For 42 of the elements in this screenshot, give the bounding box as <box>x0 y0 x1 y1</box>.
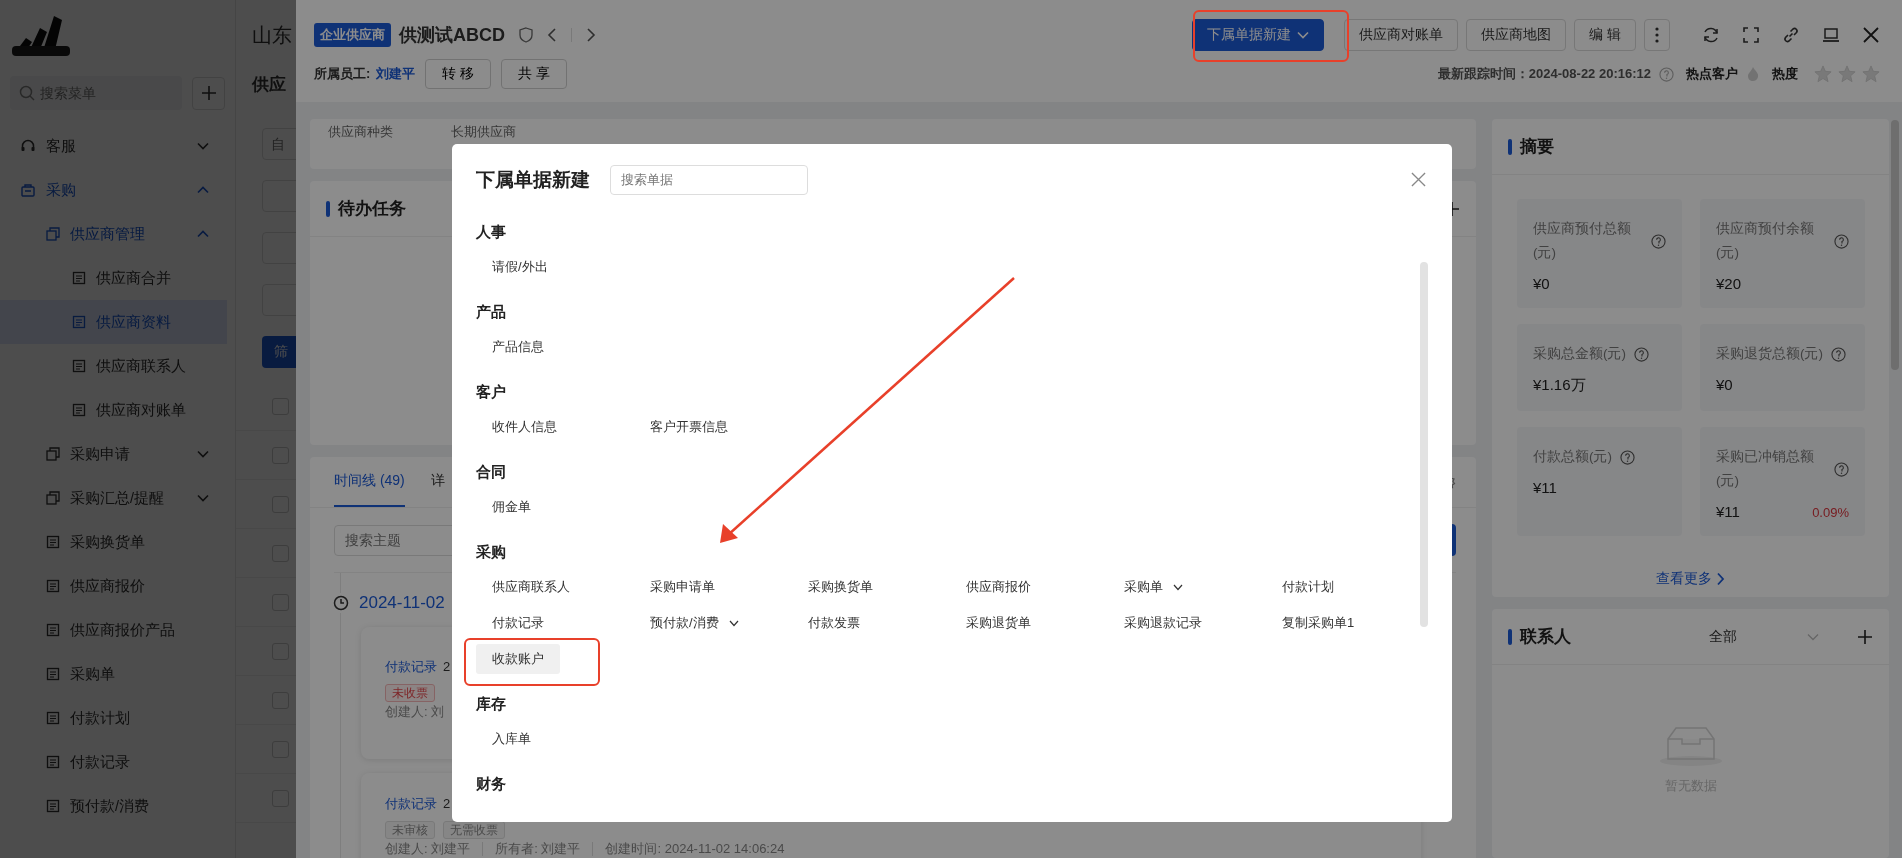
last-tracked-time: 最新跟踪时间：2024-08-22 20:16:12 <box>1437 65 1651 83</box>
timeline-date: 2024-11-02 <box>359 593 445 613</box>
record-time: 2 <box>443 795 451 813</box>
supplier-name: 供测试ABCD <box>399 24 505 47</box>
info-text: 长期供应商 <box>451 123 516 141</box>
info-text: 供应商种类 <box>328 123 393 141</box>
category-heading: 产品 <box>476 302 507 322</box>
stat-value: ¥0 <box>1716 376 1733 393</box>
category-heading: 库存 <box>476 694 507 714</box>
stat-label: 采购退货总额(元) <box>1716 345 1823 363</box>
record-meta: 所有者: 刘建平 <box>482 842 581 856</box>
stat-label: 付款总额(元) <box>1533 448 1612 466</box>
record-meta: 创建时间: 2024-11-02 14:06:24 <box>592 842 785 856</box>
card-title: 摘要 <box>1520 136 1554 158</box>
record-meta: 创建人: 刘 <box>385 705 445 719</box>
section-title: 供应 <box>252 74 287 96</box>
stat-ratio: 0.09% <box>1812 505 1849 520</box>
stat-label: 采购总金额(元) <box>1533 345 1626 363</box>
stat-value: ¥11 <box>1716 503 1740 520</box>
stat-value: ¥11 <box>1533 479 1557 496</box>
stat-value: ¥1.16万 <box>1533 376 1586 395</box>
stat-label: 供应商预付总额(元) <box>1533 220 1632 262</box>
page-title: 山东 <box>252 23 293 48</box>
category-heading: 人事 <box>476 222 507 242</box>
stat-label: 供应商预付余额(元) <box>1716 220 1815 262</box>
card-title: 联系人 <box>1520 626 1571 648</box>
category-heading: 合同 <box>476 462 507 482</box>
category-heading: 采购 <box>476 542 507 562</box>
dialog-title: 下属单据新建 <box>476 167 590 192</box>
stat-label: 采购已冲销总额(元) <box>1716 448 1815 490</box>
heat-label: 热度 <box>1772 65 1798 83</box>
owner-label: 所属员工: <box>314 65 371 83</box>
stat-value: ¥20 <box>1716 275 1742 292</box>
stat-value: ¥0 <box>1533 275 1550 292</box>
card-title: 待办任务 <box>338 198 406 220</box>
supplier-tag: 企业供应商 <box>314 23 391 47</box>
record-meta: 创建人: 刘建平 <box>385 842 471 856</box>
hot-customer-label: 热点客户 <box>1686 65 1738 83</box>
record-time: 2 <box>443 658 451 676</box>
status-tag: 未收票 <box>385 684 435 702</box>
category-heading: 财务 <box>476 774 507 794</box>
category-heading: 客户 <box>476 382 507 402</box>
